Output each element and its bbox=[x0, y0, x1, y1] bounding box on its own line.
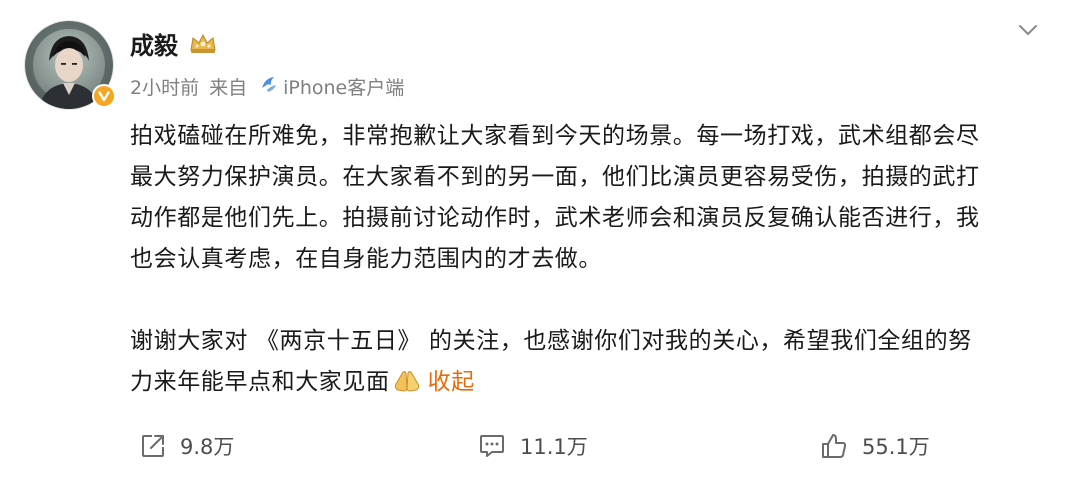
text-line: 力来年能早点和大家见面 bbox=[130, 369, 390, 395]
repost-icon bbox=[142, 435, 164, 457]
repost-button[interactable]: 9.8万 bbox=[140, 424, 234, 468]
username[interactable]: 成毅 bbox=[130, 28, 178, 64]
action-bar: 9.8万 11.1万 55.1万 bbox=[0, 424, 1080, 468]
text-line: 动作都是他们先上。拍摄前讨论动作时，武术老师会和演员反复确认能否进行，我 bbox=[130, 205, 980, 231]
paragraph-1: 拍戏磕碰在所难免，非常抱歉让大家看到今天的场景。每一场打戏，武术组都会尽 最大努… bbox=[130, 116, 1040, 280]
repost-count: 9.8万 bbox=[180, 435, 235, 459]
pray-hands-icon bbox=[392, 366, 422, 407]
vip-crown-icon[interactable] bbox=[188, 28, 218, 64]
comment-button[interactable]: 11.1万 bbox=[478, 424, 588, 468]
username-row: 成毅 bbox=[130, 28, 218, 64]
like-button[interactable]: 55.1万 bbox=[820, 424, 930, 468]
verified-icon bbox=[92, 84, 116, 108]
weibo-post-card: 成毅 2小时前 来自 iPhone客户端 拍戏磕碰在所难免，非常抱歉让大家看到今… bbox=[0, 0, 1080, 480]
comment-icon bbox=[480, 435, 504, 457]
chevron-down-icon[interactable] bbox=[1016, 18, 1040, 42]
phone-icon bbox=[259, 73, 279, 103]
text-line: 拍戏磕碰在所难免，非常抱歉让大家看到今天的场景。每一场打戏，武术组都会尽 bbox=[130, 123, 980, 149]
avatar-container[interactable] bbox=[24, 20, 116, 110]
text-line: 最大努力保护演员。在大家看不到的另一面，他们比演员更容易受伤，拍摄的武打 bbox=[130, 164, 980, 190]
post-meta: 2小时前 来自 iPhone客户端 bbox=[130, 73, 404, 103]
text-line: 也会认真考虑，在自身能力范围内的才去做。 bbox=[130, 246, 602, 272]
text-line: 谢谢大家对 《两京十五日》 的关注，也感谢你们对我的关心，希望我们全组的努 bbox=[130, 328, 972, 354]
post-content: 拍戏磕碰在所难免，非常抱歉让大家看到今天的场景。每一场打戏，武术组都会尽 最大努… bbox=[130, 116, 1040, 407]
like-icon bbox=[822, 434, 847, 458]
comment-count: 11.1万 bbox=[520, 435, 588, 459]
like-count: 55.1万 bbox=[862, 435, 930, 459]
post-source[interactable]: iPhone客户端 bbox=[283, 73, 404, 103]
post-time[interactable]: 2小时前 bbox=[130, 73, 199, 103]
paragraph-2: 谢谢大家对 《两京十五日》 的关注，也感谢你们对我的关心，希望我们全组的努 力来… bbox=[130, 321, 1040, 407]
source-prefix: 来自 bbox=[209, 77, 248, 99]
collapse-link[interactable]: 收起 bbox=[428, 369, 475, 395]
